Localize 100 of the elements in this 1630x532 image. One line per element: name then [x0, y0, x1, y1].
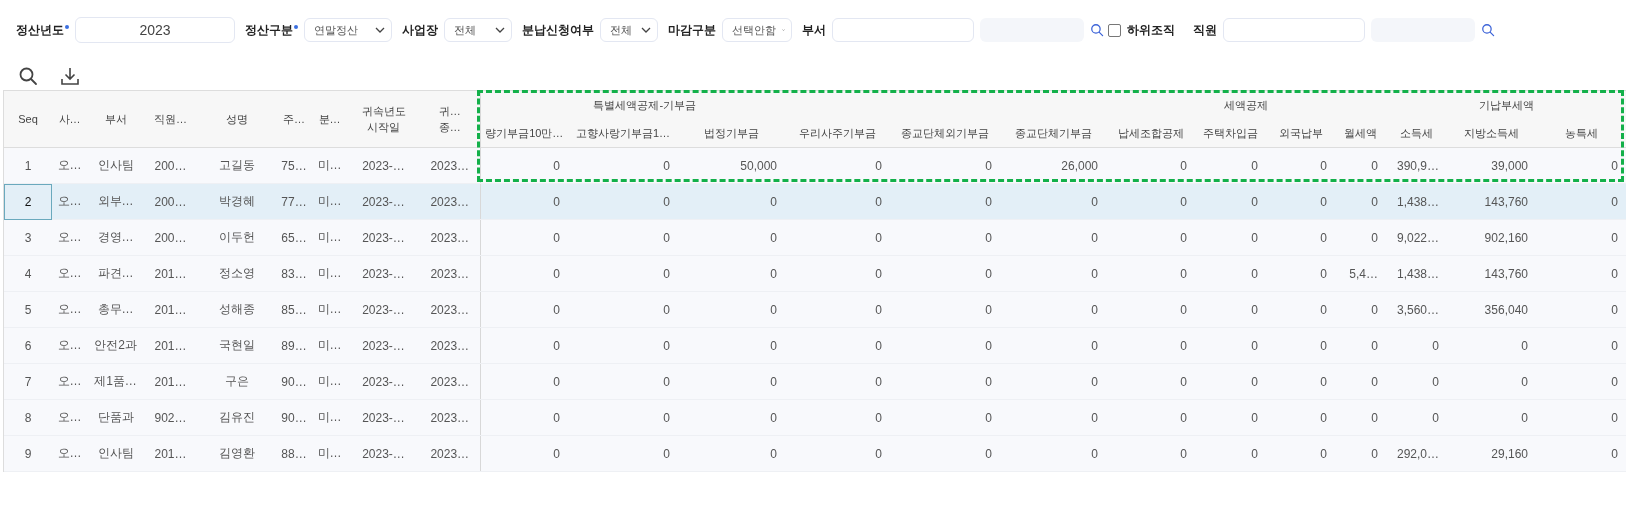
column-header[interactable]: 우리사주기부금 [785, 119, 890, 148]
filter-label: 직원 [1193, 21, 1217, 39]
search-icon[interactable] [1481, 23, 1495, 37]
column-header[interactable]: 분… [312, 90, 347, 148]
table-cell: 오… [52, 255, 87, 292]
chevron-icon [375, 27, 385, 33]
table-cell: 0 [1195, 255, 1266, 292]
column-header[interactable]: 납세조합공제 [1106, 119, 1195, 148]
table-cell: 0 [568, 219, 678, 256]
table-cell: 김영환 [197, 435, 276, 472]
table-cell: 0 [1536, 183, 1626, 220]
table-cell: 0 [1000, 255, 1106, 292]
year-field[interactable]: 2023 [75, 17, 235, 43]
table-cell: 0 [1536, 219, 1626, 256]
table-cell: 0 [1000, 435, 1106, 472]
table-cell: 0 [1536, 435, 1626, 472]
table-cell: 200… [144, 219, 197, 256]
dropdown[interactable]: 선택안함 [722, 18, 792, 42]
column-header[interactable]: 주택차입금 [1195, 119, 1266, 148]
table-cell: 5,4… [1335, 255, 1386, 292]
table-cell: 0 [1335, 219, 1386, 256]
table-cell: 0 [568, 183, 678, 220]
table-cell: 85… [276, 291, 312, 328]
filter-label: 마감구분 [668, 21, 716, 39]
table-cell: 7 [4, 363, 52, 400]
table-cell: 0 [1386, 363, 1447, 400]
table-cell: 0 [890, 291, 1000, 328]
table-cell: 인사팀 [87, 147, 144, 184]
table-cell: 0 [1266, 183, 1335, 220]
table-cell: 9,022… [1386, 219, 1447, 256]
column-header[interactable]: 귀속년도 시작일 [347, 90, 420, 148]
table-cell: 292,0… [1386, 435, 1447, 472]
table-cell: 1,438… [1386, 255, 1447, 292]
table-cell: 0 [1000, 183, 1106, 220]
column-header[interactable]: 지방소득세 [1447, 119, 1536, 148]
table-cell: 902… [144, 399, 197, 436]
column-header[interactable]: 귀… 종… [420, 90, 480, 148]
table-cell: 9 [4, 435, 52, 472]
table-cell: 0 [1195, 435, 1266, 472]
table-cell: 90… [276, 399, 312, 436]
checkbox[interactable] [1108, 23, 1121, 37]
input-field[interactable] [1223, 18, 1365, 42]
input-field[interactable] [832, 18, 974, 42]
column-header[interactable]: 월세액 [1335, 119, 1386, 148]
table-cell: 0 [1106, 435, 1195, 472]
column-header[interactable]: 직원… [144, 90, 197, 148]
column-header[interactable]: 종교단체외기부금 [890, 119, 1000, 148]
table-cell: 0 [1266, 435, 1335, 472]
table-cell: 201… [144, 363, 197, 400]
dropdown[interactable]: 전체 [444, 18, 512, 42]
table-cell: 65… [276, 219, 312, 256]
column-header[interactable]: 종교단체기부금 [1000, 119, 1106, 148]
table-cell: 3 [4, 219, 52, 256]
column-header[interactable]: 농특세 [1536, 119, 1626, 148]
table-cell: 2 [4, 183, 52, 220]
column-header[interactable]: Seq [4, 90, 52, 148]
table-cell: 0 [568, 291, 678, 328]
table-cell: 0 [1447, 327, 1536, 364]
column-header[interactable]: 소득세 [1386, 119, 1447, 148]
table-cell: 미… [312, 147, 347, 184]
table-cell: 0 [678, 435, 785, 472]
column-header[interactable]: 외국납부 [1266, 119, 1335, 148]
table-cell: 0 [1106, 255, 1195, 292]
column-header[interactable]: 고향사랑기부금1… [568, 119, 678, 148]
dropdown[interactable]: 연말정산 [304, 18, 392, 42]
search-icon[interactable] [18, 66, 38, 86]
table-cell: 0 [785, 255, 890, 292]
column-header[interactable]: 사… [52, 90, 87, 148]
table-cell: 143,760 [1447, 183, 1536, 220]
filter-label: 정산년도 [16, 21, 64, 39]
dropdown[interactable]: 전체 [600, 18, 658, 42]
table-cell: 2023-… [347, 183, 420, 220]
table-cell: 이두헌 [197, 219, 276, 256]
table-cell: 미… [312, 399, 347, 436]
group-header: 특별세액공제-기부금 [480, 90, 1106, 119]
table-cell: 143,760 [1447, 255, 1536, 292]
table-cell: 88… [276, 435, 312, 472]
table-cell: 0 [1000, 363, 1106, 400]
column-header[interactable]: 성명 [197, 90, 276, 148]
table-cell: 0 [568, 399, 678, 436]
table-cell: 0 [1536, 399, 1626, 436]
table-cell: 0 [480, 291, 568, 328]
column-header[interactable]: 부서 [87, 90, 144, 148]
table-cell: 0 [1266, 399, 1335, 436]
table-cell: 2023-… [347, 399, 420, 436]
table-cell: 90… [276, 363, 312, 400]
table-cell: 0 [1106, 291, 1195, 328]
search-icon[interactable] [1090, 23, 1104, 37]
table-cell: 0 [1266, 327, 1335, 364]
table-cell: 정소영 [197, 255, 276, 292]
table-cell: 0 [1536, 363, 1626, 400]
download-icon[interactable] [60, 66, 80, 86]
table-cell: 미… [312, 363, 347, 400]
column-header[interactable]: 량기부금10만… [480, 119, 568, 148]
column-header[interactable]: 주… [276, 90, 312, 148]
column-header[interactable]: 법정기부금 [678, 119, 785, 148]
table-cell: 0 [1000, 327, 1106, 364]
table-cell: 오… [52, 435, 87, 472]
table-cell: 오… [52, 291, 87, 328]
table-cell: 0 [678, 363, 785, 400]
